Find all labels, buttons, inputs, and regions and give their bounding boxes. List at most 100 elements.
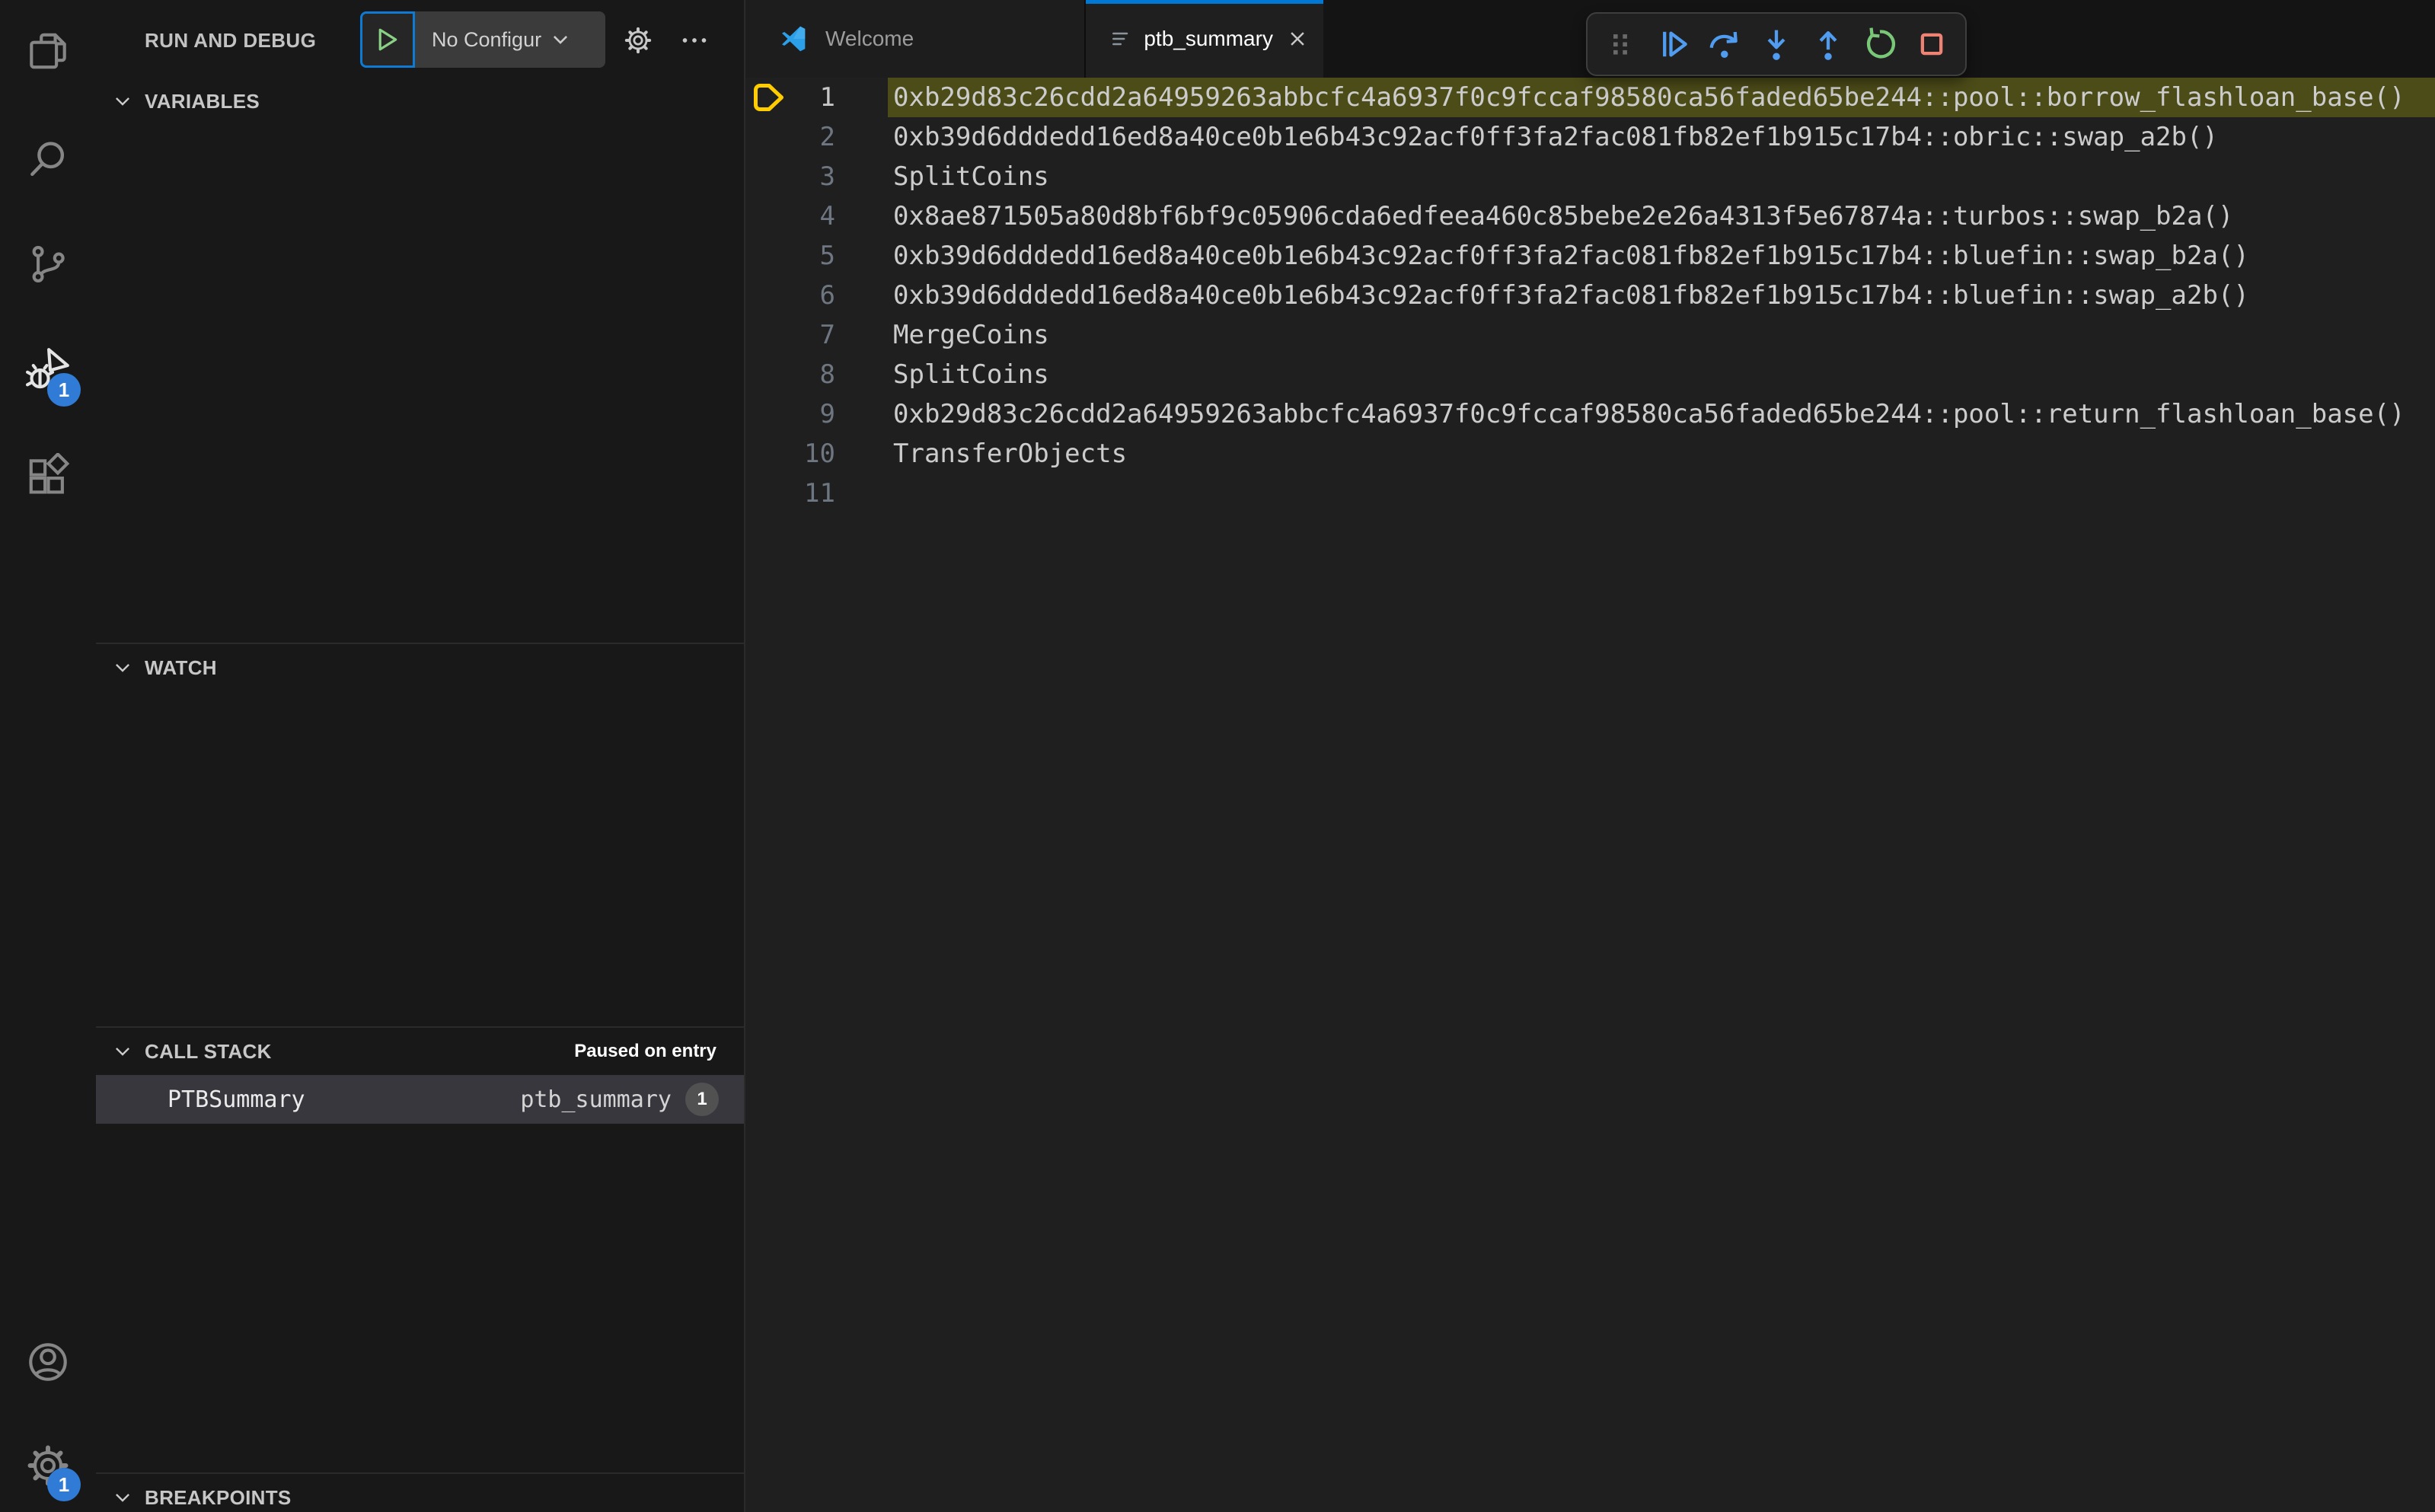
line-number[interactable]: 5 bbox=[745, 236, 835, 276]
code-editor[interactable]: 1 0xb29d83c26cdd2a64959263abbcfc4a6937f0… bbox=[745, 78, 2435, 1512]
more-actions-icon bbox=[682, 38, 707, 43]
code-text[interactable]: SplitCoins bbox=[835, 355, 1049, 394]
line-number[interactable]: 11 bbox=[745, 474, 835, 513]
drag-grip-icon bbox=[1613, 34, 1627, 55]
debug-toolbar bbox=[1586, 12, 1967, 76]
breakpoints-section-label: BREAKPOINTS bbox=[145, 1485, 292, 1509]
code-line: 7 MergeCoins bbox=[745, 315, 2435, 355]
line-number[interactable]: 9 bbox=[745, 394, 835, 434]
run-and-debug-sidebar: RUN AND DEBUG No Configur VARIABLES WATC… bbox=[96, 0, 745, 1512]
vscode-logo-icon bbox=[782, 26, 806, 52]
toolbar-drag-handle[interactable] bbox=[1595, 19, 1647, 69]
continue-button[interactable] bbox=[1647, 19, 1699, 69]
frame-file-name: ptb_summary bbox=[520, 1086, 672, 1113]
editor-group: Welcome ptb_summary 1 0xb29d83c26cdd2a64… bbox=[745, 0, 2435, 1512]
frame-details: ptb_summary 1 bbox=[520, 1083, 719, 1116]
debug-session-badge: 1 bbox=[47, 373, 81, 407]
line-number[interactable]: 6 bbox=[745, 276, 835, 315]
code-line: 10 TransferObjects bbox=[745, 434, 2435, 474]
code-line: 4 0x8ae871505a80d8bf6bf9c05906cda6edfeea… bbox=[745, 196, 2435, 236]
code-line: 11 bbox=[745, 474, 2435, 513]
step-out-icon bbox=[1819, 31, 1837, 60]
line-number[interactable]: 4 bbox=[745, 196, 835, 236]
code-line: 2 0xb39d6dddedd16ed8a40ce0b1e6b43c92acf0… bbox=[745, 117, 2435, 157]
step-into-icon bbox=[1767, 30, 1786, 60]
sidebar-item-search[interactable] bbox=[0, 122, 96, 198]
code-text[interactable]: SplitCoins bbox=[835, 157, 1049, 196]
variables-section-header[interactable]: VARIABLES bbox=[96, 78, 744, 125]
call-stack-section-header[interactable]: CALL STACK Paused on entry bbox=[96, 1028, 744, 1075]
sidebar-title: RUN AND DEBUG bbox=[145, 29, 317, 52]
account-icon bbox=[29, 1343, 67, 1381]
code-text[interactable]: 0xb39d6dddedd16ed8a40ce0b1e6b43c92acf0ff… bbox=[835, 117, 2218, 157]
watch-section-header[interactable]: WATCH bbox=[96, 644, 744, 691]
watch-section-label: WATCH bbox=[145, 656, 217, 679]
variables-section: VARIABLES bbox=[96, 78, 744, 643]
code-line: 1 0xb29d83c26cdd2a64959263abbcfc4a6937f0… bbox=[745, 78, 2435, 117]
line-number[interactable]: 2 bbox=[745, 117, 835, 157]
chevron-down-icon bbox=[554, 36, 568, 44]
tab-welcome[interactable]: Welcome bbox=[745, 0, 1086, 78]
debug-launch-control: No Configur bbox=[360, 11, 605, 68]
source-control-icon bbox=[32, 245, 65, 283]
variables-section-label: VARIABLES bbox=[145, 89, 260, 113]
code-line: 3 SplitCoins bbox=[745, 157, 2435, 196]
start-debug-icon bbox=[378, 28, 397, 51]
line-number[interactable]: 7 bbox=[745, 315, 835, 355]
sidebar-header: RUN AND DEBUG No Configur bbox=[96, 0, 744, 78]
chevron-down-icon bbox=[116, 97, 129, 106]
code-text[interactable]: 0x8ae871505a80d8bf6bf9c05906cda6edfeea46… bbox=[835, 196, 2233, 236]
settings-update-badge: 1 bbox=[47, 1468, 81, 1501]
line-number[interactable]: 8 bbox=[745, 355, 835, 394]
search-icon bbox=[30, 142, 65, 177]
step-over-button[interactable] bbox=[1699, 19, 1750, 69]
call-stack-section: CALL STACK Paused on entry PTBSummary pt… bbox=[96, 1026, 744, 1472]
tab-welcome-label: Welcome bbox=[825, 27, 914, 50]
stop-button[interactable] bbox=[1906, 19, 1958, 69]
start-debugging-button[interactable] bbox=[360, 11, 415, 68]
code-text[interactable]: 0xb39d6dddedd16ed8a40ce0b1e6b43c92acf0ff… bbox=[835, 236, 2249, 276]
code-text[interactable]: 0xb29d83c26cdd2a64959263abbcfc4a6937f0c9… bbox=[835, 78, 2405, 117]
sidebar-item-extensions[interactable] bbox=[0, 439, 96, 515]
step-out-button[interactable] bbox=[1802, 19, 1854, 69]
sidebar-item-explorer[interactable] bbox=[0, 13, 96, 89]
code-text[interactable] bbox=[835, 474, 893, 513]
chevron-down-icon bbox=[116, 1048, 129, 1056]
stop-icon bbox=[1920, 33, 1943, 56]
tab-ptb-summary[interactable]: ptb_summary bbox=[1086, 0, 1323, 78]
call-stack-section-label: CALL STACK bbox=[145, 1039, 272, 1063]
chevron-down-icon bbox=[116, 664, 129, 672]
line-number[interactable]: 3 bbox=[745, 157, 835, 196]
close-tab-button[interactable] bbox=[1285, 24, 1310, 53]
debug-configuration-label: No Configur bbox=[432, 27, 542, 51]
list-file-icon bbox=[1112, 32, 1128, 46]
call-stack-frame-row[interactable]: PTBSummary ptb_summary 1 bbox=[96, 1075, 744, 1124]
explorer-icon bbox=[30, 33, 66, 69]
close-icon bbox=[1291, 32, 1304, 46]
code-line: 5 0xb39d6dddedd16ed8a40ce0b1e6b43c92acf0… bbox=[745, 236, 2435, 276]
code-line: 9 0xb29d83c26cdd2a64959263abbcfc4a6937f0… bbox=[745, 394, 2435, 434]
code-line: 6 0xb39d6dddedd16ed8a40ce0b1e6b43c92acf0… bbox=[745, 276, 2435, 315]
vscode-window: 1 1 RUN AND DEBUG No Configur VARIABLES … bbox=[0, 0, 2435, 1512]
extensions-icon bbox=[29, 453, 70, 494]
breakpoints-section-header[interactable]: BREAKPOINTS bbox=[96, 1474, 744, 1512]
frame-name: PTBSummary bbox=[168, 1086, 305, 1113]
sidebar-item-source-control[interactable] bbox=[0, 226, 96, 302]
settings-gear-icon bbox=[624, 27, 652, 54]
code-text[interactable]: TransferObjects bbox=[835, 434, 1127, 474]
code-text[interactable]: 0xb29d83c26cdd2a64959263abbcfc4a6937f0c9… bbox=[835, 394, 2405, 434]
views-more-actions-button[interactable] bbox=[678, 24, 711, 57]
account-button[interactable] bbox=[0, 1324, 96, 1400]
line-number[interactable]: 10 bbox=[745, 434, 835, 474]
restart-button[interactable] bbox=[1854, 19, 1906, 69]
sidebar-item-run-and-debug[interactable]: 1 bbox=[0, 331, 96, 407]
continue-icon bbox=[1663, 31, 1687, 57]
debug-configuration-dropdown[interactable]: No Configur bbox=[415, 11, 605, 68]
step-into-button[interactable] bbox=[1750, 19, 1802, 69]
code-text[interactable]: 0xb39d6dddedd16ed8a40ce0b1e6b43c92acf0ff… bbox=[835, 276, 2249, 315]
debug-settings-button[interactable] bbox=[621, 24, 655, 57]
manage-settings-button[interactable]: 1 bbox=[0, 1427, 96, 1504]
chevron-down-icon bbox=[116, 1494, 129, 1502]
code-text[interactable]: MergeCoins bbox=[835, 315, 1049, 355]
debug-stackframe-icon bbox=[754, 84, 783, 111]
